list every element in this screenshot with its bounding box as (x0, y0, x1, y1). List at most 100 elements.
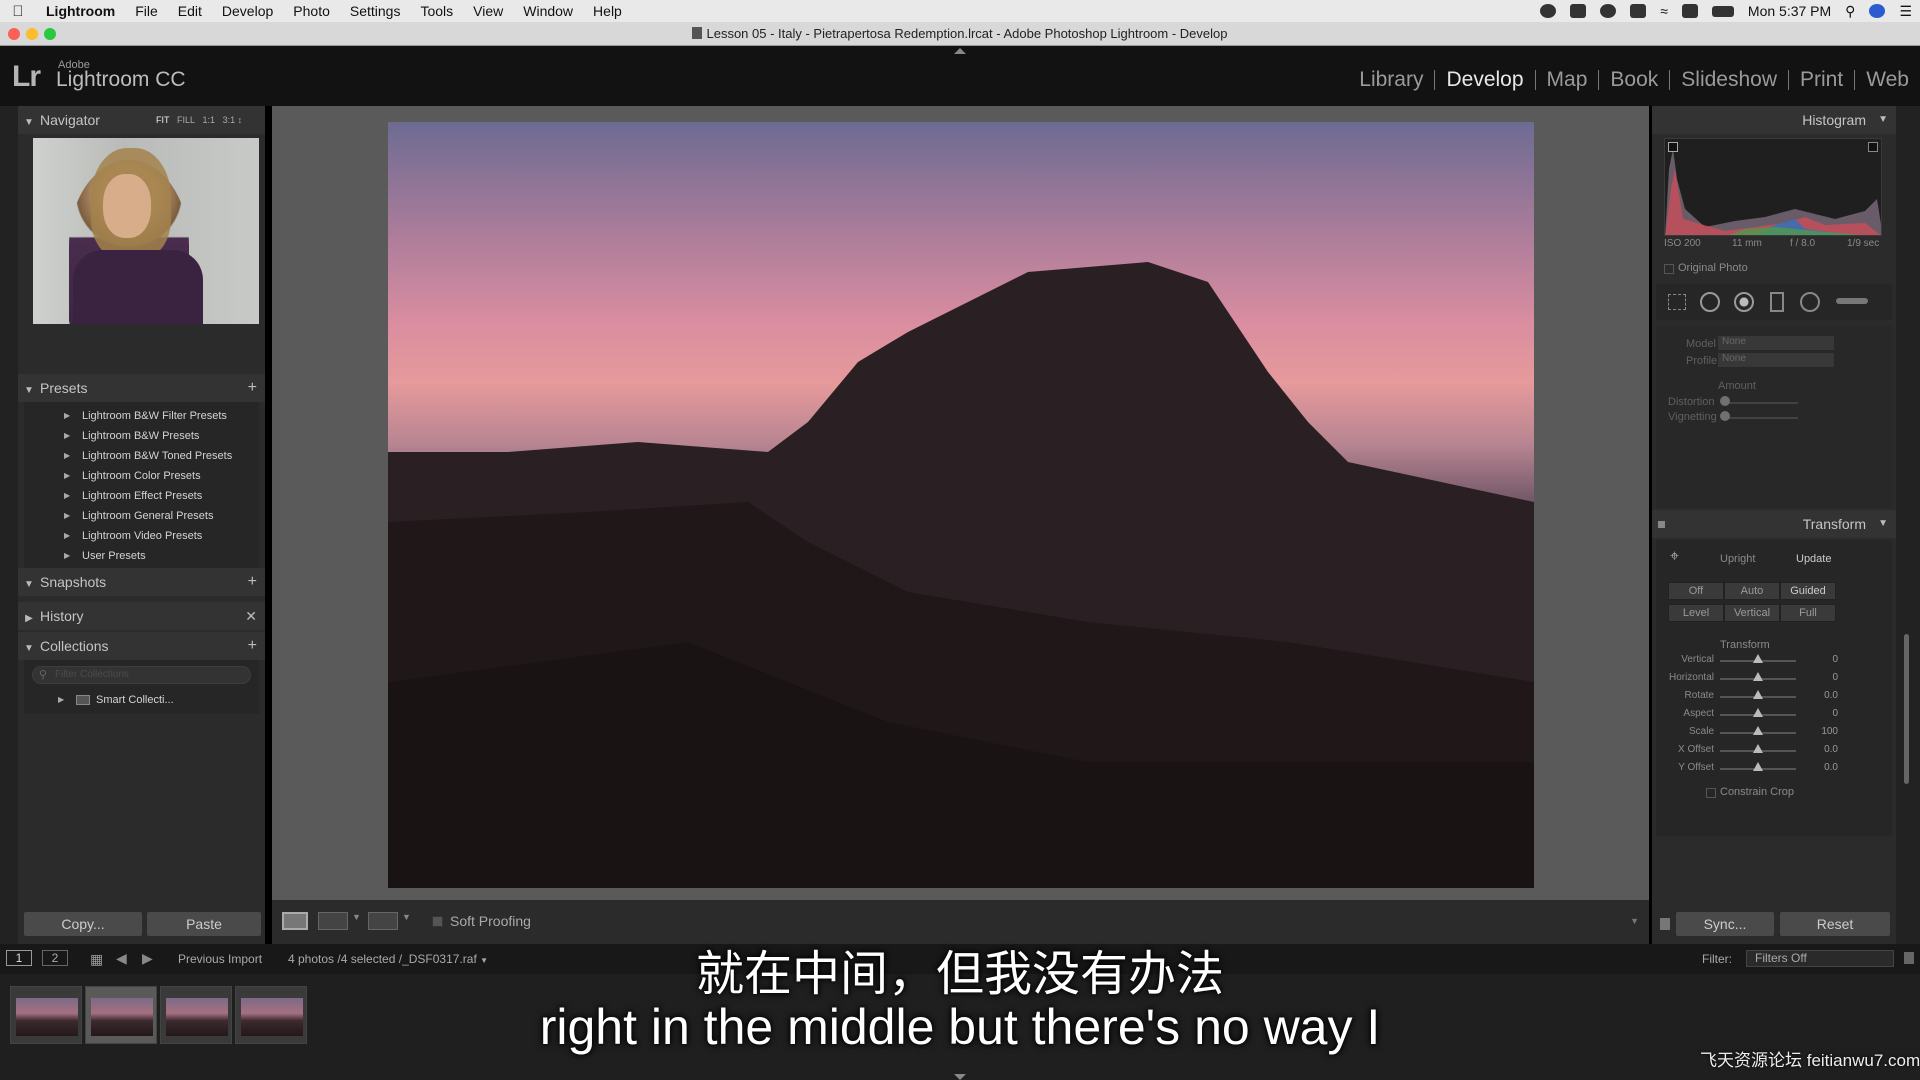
graduated-filter-icon[interactable] (1770, 292, 1784, 312)
module-book[interactable]: Book (1599, 69, 1671, 90)
aspect-value[interactable]: 0 (1808, 708, 1838, 719)
radial-filter-icon[interactable] (1800, 292, 1820, 312)
wifi-icon[interactable]: ≈ (1660, 3, 1668, 19)
history-header[interactable]: ▶ History ✕ (18, 602, 265, 630)
zoom-fit[interactable]: FIT (156, 115, 170, 125)
module-slideshow[interactable]: Slideshow (1670, 69, 1789, 90)
add-collection-icon[interactable]: + (248, 632, 257, 660)
preset-folder[interactable]: ▶ Lightroom Video Presets (24, 526, 259, 546)
rotate-slider-knob[interactable] (1753, 690, 1763, 699)
lens-profile-select[interactable]: None (1718, 353, 1834, 367)
upright-off-button[interactable]: Off (1668, 582, 1724, 600)
y-offset-value[interactable]: 0.0 (1808, 762, 1838, 773)
screen-icon[interactable] (1570, 4, 1587, 18)
collapse-triangle-icon[interactable]: ▼ (1878, 510, 1888, 538)
expand-triangle-icon[interactable]: ▶ (64, 406, 70, 426)
bottom-panel-toggle-icon[interactable] (954, 1074, 966, 1080)
y-offset-slider-knob[interactable] (1753, 762, 1763, 771)
expand-triangle-icon[interactable]: ▶ (64, 426, 70, 446)
zoom-1-1[interactable]: 1:1 (203, 115, 216, 125)
image-view-area[interactable] (272, 106, 1649, 900)
update-button[interactable]: Update (1796, 553, 1831, 565)
before-after-icon[interactable] (318, 912, 348, 930)
panel-switch-icon[interactable] (1658, 521, 1665, 528)
menu-edit[interactable]: Edit (168, 3, 212, 19)
preset-folder[interactable]: ▶ User Presets (24, 546, 259, 566)
upright-auto-button[interactable]: Auto (1724, 582, 1780, 600)
rotate-value[interactable]: 0.0 (1808, 690, 1838, 701)
collections-header[interactable]: ▼ Collections + (18, 632, 265, 660)
module-library[interactable]: Library (1348, 69, 1436, 90)
scale-value[interactable]: 100 (1808, 726, 1838, 737)
menu-view[interactable]: View (463, 3, 513, 19)
expand-triangle-icon[interactable]: ▶ (58, 690, 64, 710)
dropdown-arrow-icon[interactable]: ▼ (352, 912, 361, 922)
vignetting-slider-track[interactable] (1722, 417, 1798, 419)
distortion-slider-knob[interactable] (1720, 396, 1730, 406)
distortion-slider-track[interactable] (1722, 402, 1798, 404)
original-photo-checkbox[interactable] (1664, 264, 1674, 274)
preset-folder[interactable]: ▶ Lightroom B&W Filter Presets (24, 406, 259, 426)
dropdown-arrow-icon[interactable]: ▼ (402, 912, 411, 922)
transform-header[interactable]: Transform ▼ (1652, 510, 1896, 538)
upright-level-button[interactable]: Level (1668, 604, 1724, 622)
zoom-3-1[interactable]: 3:1 (223, 115, 236, 125)
collapse-triangle-icon[interactable]: ▼ (18, 571, 40, 599)
loupe-view-icon[interactable] (282, 912, 308, 930)
expand-triangle-icon[interactable]: ▶ (64, 546, 70, 566)
collections-filter-input[interactable]: ⚲ Filter Collections (32, 666, 251, 684)
preset-folder[interactable]: ▶ Lightroom Effect Presets (24, 486, 259, 506)
constrain-crop-checkbox[interactable] (1706, 788, 1716, 798)
close-window-button[interactable] (8, 28, 20, 40)
clock[interactable]: Mon 5:37 PM (1748, 3, 1831, 19)
presets-header[interactable]: ▼ Presets + (18, 374, 265, 402)
lens-model-select[interactable]: None (1718, 336, 1834, 350)
menu-develop[interactable]: Develop (212, 3, 283, 19)
collapse-triangle-icon[interactable]: ▼ (18, 109, 40, 137)
copy-settings-button[interactable]: Copy... (24, 912, 142, 936)
adjustment-brush-icon[interactable] (1836, 298, 1868, 304)
clear-history-icon[interactable]: ✕ (245, 602, 257, 630)
notification-center-icon[interactable]: ☰ (1899, 3, 1912, 20)
highlight-clipping-icon[interactable] (1868, 142, 1878, 152)
dropbox-icon[interactable] (1630, 4, 1647, 18)
menu-app-name[interactable]: Lightroom (36, 3, 125, 19)
collapse-triangle-icon[interactable]: ▼ (18, 635, 40, 663)
x-offset-slider-knob[interactable] (1753, 744, 1763, 753)
horizontal-slider-knob[interactable] (1753, 672, 1763, 681)
x-offset-value[interactable]: 0.0 (1808, 744, 1838, 755)
spot-removal-icon[interactable] (1700, 292, 1720, 312)
vignetting-slider-knob[interactable] (1720, 411, 1730, 421)
snapshots-header[interactable]: ▼ Snapshots + (18, 568, 265, 596)
menu-help[interactable]: Help (583, 3, 632, 19)
expand-triangle-icon[interactable]: ▶ (64, 506, 70, 526)
vertical-value[interactable]: 0 (1808, 654, 1838, 665)
histogram[interactable] (1664, 138, 1882, 236)
menu-window[interactable]: Window (513, 3, 583, 19)
spotlight-search-icon[interactable]: ⚲ (1845, 3, 1855, 20)
expand-triangle-icon[interactable]: ▶ (64, 446, 70, 466)
menu-settings[interactable]: Settings (340, 3, 411, 19)
expand-triangle-icon[interactable]: ▶ (64, 466, 70, 486)
aspect-slider-knob[interactable] (1753, 708, 1763, 717)
expand-triangle-icon[interactable]: ▶ (18, 605, 40, 633)
add-preset-icon[interactable]: + (248, 374, 257, 402)
preset-folder[interactable]: ▶ Lightroom B&W Toned Presets (24, 446, 259, 466)
collapse-triangle-icon[interactable]: ▼ (18, 377, 40, 405)
collapse-triangle-icon[interactable]: ▼ (1878, 106, 1888, 134)
upright-guided-button[interactable]: Guided (1780, 582, 1836, 600)
module-develop[interactable]: Develop (1435, 69, 1536, 90)
toolbar-menu-icon[interactable]: ▼ (1630, 916, 1639, 926)
right-panel-scrollbar[interactable] (1904, 634, 1909, 784)
preset-folder[interactable]: ▶ Lightroom B&W Presets (24, 426, 259, 446)
expand-triangle-icon[interactable]: ▶ (64, 526, 70, 546)
upright-tool-icon[interactable]: ⌖ (1670, 548, 1679, 566)
module-map[interactable]: Map (1536, 69, 1600, 90)
navigator-header[interactable]: ▼ Navigator FIT FILL 1:1 3:1 ↕ (18, 106, 265, 134)
cloud-icon[interactable] (1600, 4, 1617, 18)
preset-folder[interactable]: ▶ Lightroom Color Presets (24, 466, 259, 486)
record-icon[interactable] (1540, 4, 1557, 18)
preset-folder[interactable]: ▶ Lightroom General Presets (24, 506, 259, 526)
left-panel-edge[interactable] (0, 106, 18, 944)
menu-file[interactable]: File (125, 3, 168, 19)
